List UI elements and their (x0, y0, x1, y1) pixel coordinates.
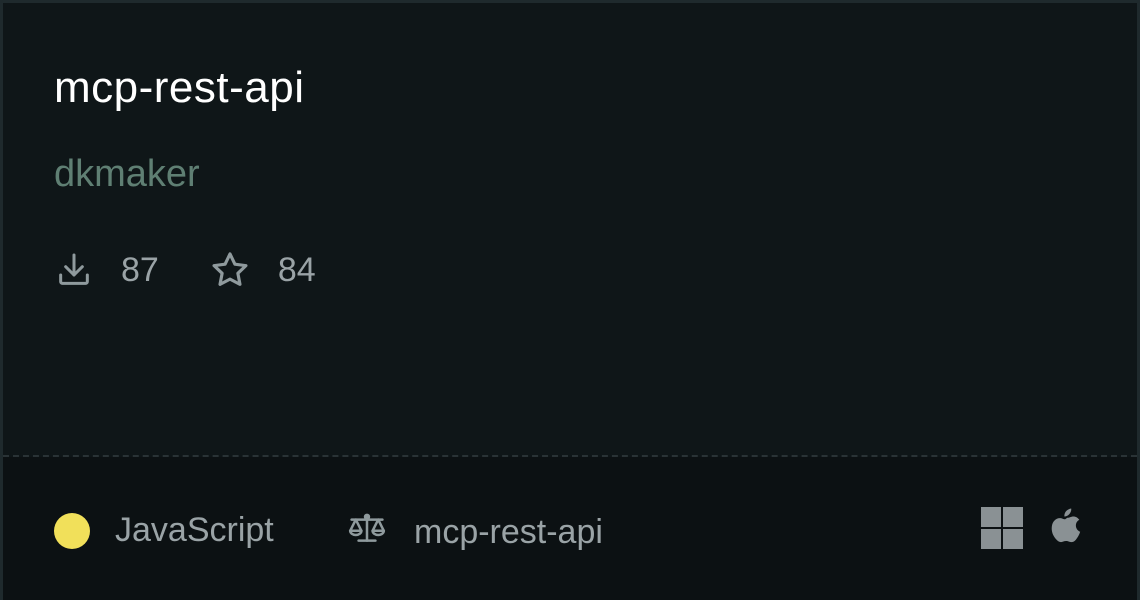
download-icon (54, 250, 94, 290)
downloads-stat: 87 (54, 250, 159, 290)
license-label: mcp-rest-api (414, 513, 603, 551)
stars-stat: 84 (209, 249, 316, 291)
license-info: mcp-rest-api (346, 511, 603, 554)
stars-count: 84 (277, 250, 316, 289)
repo-title[interactable]: mcp-rest-api (54, 63, 305, 113)
language-color-dot (54, 512, 90, 549)
downloads-count: 87 (121, 250, 159, 289)
platform-icons (981, 507, 1085, 554)
card-footer: JavaScript mcp-rest-api (3, 457, 1137, 600)
apple-icon (1049, 507, 1085, 554)
windows-icon (981, 507, 1023, 554)
repo-author[interactable]: dkmaker (54, 153, 200, 196)
star-icon (209, 249, 251, 291)
card-body: mcp-rest-api dkmaker 87 84 (3, 3, 1137, 455)
repo-stats: 87 84 (54, 247, 316, 293)
language-label: JavaScript (115, 511, 274, 549)
repo-card[interactable]: mcp-rest-api dkmaker 87 84 JavaScript mc… (0, 0, 1140, 600)
scale-icon (346, 511, 388, 554)
language-info: JavaScript (54, 511, 274, 550)
